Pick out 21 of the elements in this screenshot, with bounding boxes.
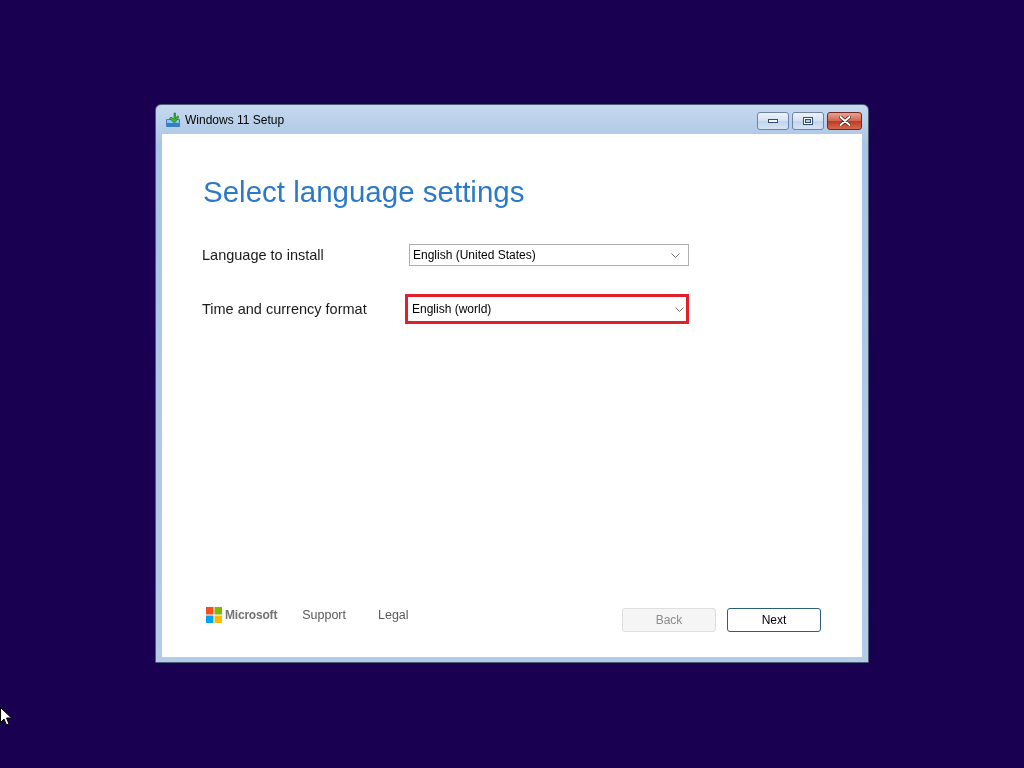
close-icon <box>838 116 851 126</box>
chevron-down-icon <box>675 306 684 312</box>
minimize-icon <box>768 119 778 123</box>
chevron-down-icon <box>671 252 680 258</box>
field-label: Language to install <box>202 247 325 263</box>
mouse-pointer-icon <box>0 707 12 726</box>
field-label: Time and currency format <box>202 301 368 317</box>
footer-link[interactable]: Legal <box>378 608 409 622</box>
close-button[interactable] <box>827 112 862 130</box>
microsoft-logo-icon <box>206 607 222 623</box>
minimize-button[interactable] <box>757 112 789 130</box>
brand-name: Microsoft <box>225 608 278 622</box>
next-button[interactable]: Next <box>727 608 821 632</box>
page-heading: Select language settings <box>203 174 525 210</box>
highlighted-dropdown[interactable]: English (world) <box>405 294 689 324</box>
maximize-button[interactable] <box>792 112 824 130</box>
dropdown[interactable]: English (United States) <box>409 244 689 266</box>
footer-link[interactable]: Support <box>302 608 346 622</box>
window-title: Windows 11 Setup <box>185 112 285 127</box>
maximize-icon <box>803 117 813 125</box>
setup-app-icon <box>165 111 181 128</box>
